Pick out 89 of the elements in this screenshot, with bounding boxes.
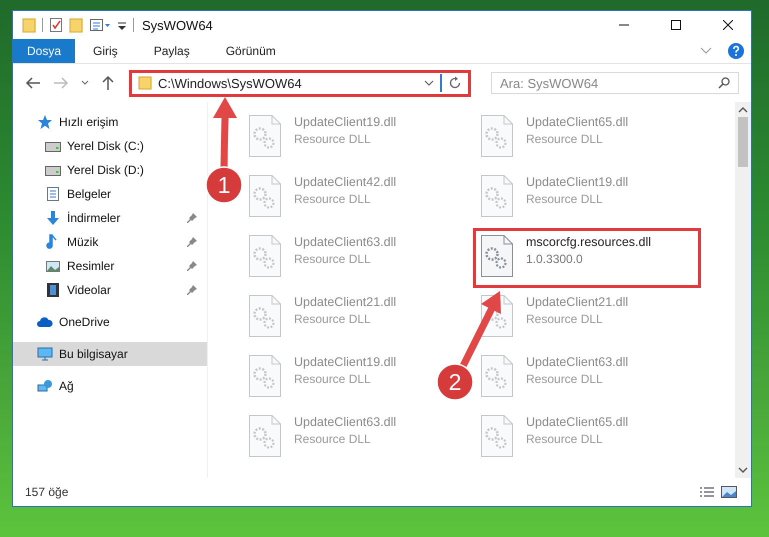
- sidebar-item[interactable]: Yerel Disk (D:): [13, 158, 207, 182]
- address-path: C:\Windows\SysWOW64: [158, 76, 303, 90]
- file-detail: Resource DLL: [526, 312, 604, 326]
- sidebar-item[interactable]: Belgeler: [13, 182, 207, 206]
- file-detail: Resource DLL: [526, 372, 604, 386]
- file-detail: Resource DLL: [294, 312, 372, 326]
- scroll-down-icon[interactable]: [738, 467, 748, 473]
- file-detail: Resource DLL: [294, 372, 372, 386]
- ribbon-tab[interactable]: Giriş: [75, 39, 136, 63]
- file-name: UpdateClient65.dll: [526, 115, 628, 129]
- item-count: 157 öğe: [25, 485, 68, 499]
- sidebar-item[interactable]: Yerel Disk (C:): [13, 134, 207, 158]
- scroll-up-icon[interactable]: [738, 107, 748, 113]
- pc-icon: [37, 346, 53, 362]
- file-detail: 1.0.3300.0: [526, 252, 584, 266]
- gear-file-icon: [480, 414, 514, 458]
- gear-file-icon: [248, 354, 282, 398]
- gear-file-icon: [480, 354, 514, 398]
- gear-file-icon: [248, 234, 282, 278]
- gear-file-icon: [480, 114, 514, 158]
- file-name: UpdateClient65.dll: [526, 415, 628, 429]
- file-name: UpdateClient19.dll: [294, 115, 396, 129]
- file-detail: Resource DLL: [294, 432, 372, 446]
- ribbon-tab[interactable]: Paylaş: [136, 39, 208, 63]
- file-detail: Resource DLL: [526, 132, 604, 146]
- folder-icon: [138, 76, 152, 90]
- file-name: UpdateClient63.dll: [526, 355, 628, 369]
- scrollbar-thumb[interactable]: [738, 117, 748, 167]
- gear-file-icon: [248, 174, 282, 218]
- search-icon[interactable]: [718, 77, 730, 89]
- sidebar-item[interactable]: Resimler: [13, 254, 207, 278]
- ribbon-tab[interactable]: Görünüm: [208, 39, 294, 63]
- expand-ribbon-icon[interactable]: [700, 47, 712, 55]
- minimize-icon: [619, 24, 629, 26]
- checklist-icon[interactable]: [49, 17, 63, 33]
- large-icons-view-icon[interactable]: [721, 486, 737, 498]
- vertical-scrollbar[interactable]: [735, 102, 751, 478]
- video-icon: [45, 282, 61, 298]
- file-name: UpdateClient63.dll: [294, 235, 396, 249]
- sidebar-item[interactable]: İndirmeler: [13, 206, 207, 230]
- back-arrow-icon[interactable]: [25, 76, 41, 90]
- pictures-icon: [45, 258, 61, 274]
- maximize-icon: [671, 20, 681, 30]
- pin-icon[interactable]: [187, 261, 197, 271]
- pin-icon[interactable]: [187, 237, 197, 247]
- window-title: SysWOW64: [142, 18, 213, 32]
- callout-badge: 2: [436, 363, 474, 401]
- gear-file-icon: [248, 414, 282, 458]
- file-name: UpdateClient21.dll: [294, 295, 396, 309]
- file-detail: Resource DLL: [294, 252, 372, 266]
- pin-icon[interactable]: [187, 285, 197, 295]
- refresh-icon[interactable]: [448, 76, 462, 90]
- file-name: UpdateClient19.dll: [526, 175, 628, 189]
- gear-file-icon: [248, 114, 282, 158]
- file-name: mscorcfg.resources.dll: [526, 235, 652, 249]
- file-name: UpdateClient21.dll: [526, 295, 628, 309]
- sidebar-item[interactable]: OneDrive: [13, 310, 207, 334]
- callout-badge: 1: [205, 166, 243, 204]
- help-icon[interactable]: [728, 43, 744, 59]
- sidebar-item[interactable]: Videolar: [13, 278, 207, 302]
- docs-icon: [45, 186, 61, 202]
- properties-icon[interactable]: [89, 17, 111, 33]
- download-icon: [45, 210, 61, 226]
- gear-file-icon: [480, 174, 514, 218]
- file-name: UpdateClient63.dll: [294, 415, 396, 429]
- file-item[interactable]: mscorcfg.resources.dll 1.0.3300.0: [473, 228, 701, 288]
- file-name: UpdateClient42.dll: [294, 175, 396, 189]
- search-field[interactable]: Ara: SysWOW64: [491, 72, 739, 94]
- dropdown-caret-icon[interactable]: [424, 80, 434, 86]
- file-detail: Resource DLL: [526, 192, 604, 206]
- file-detail: Resource DLL: [526, 432, 604, 446]
- file-name: UpdateClient19.dll: [294, 355, 396, 369]
- ribbon-tab[interactable]: Dosya: [13, 39, 76, 63]
- sidebar-item[interactable]: Hızlı erişim: [13, 110, 207, 134]
- address-bar[interactable]: C:\Windows\SysWOW64: [129, 70, 471, 96]
- sidebar-item[interactable]: Bu bilgisayar: [13, 342, 207, 366]
- sidebar-item[interactable]: Ağ: [13, 374, 207, 398]
- pin-icon[interactable]: [187, 213, 197, 223]
- network-icon: [37, 378, 53, 394]
- gear-file-icon: [248, 294, 282, 338]
- details-view-icon[interactable]: [699, 486, 715, 498]
- close-icon: [723, 20, 733, 30]
- file-detail: Resource DLL: [294, 192, 372, 206]
- gear-file-icon: [480, 234, 514, 278]
- file-detail: Resource DLL: [294, 132, 372, 146]
- sidebar-item[interactable]: Müzik: [13, 230, 207, 254]
- star-icon: [37, 114, 53, 130]
- up-arrow-icon[interactable]: [101, 75, 115, 91]
- recent-locations-caret-icon[interactable]: [81, 80, 89, 86]
